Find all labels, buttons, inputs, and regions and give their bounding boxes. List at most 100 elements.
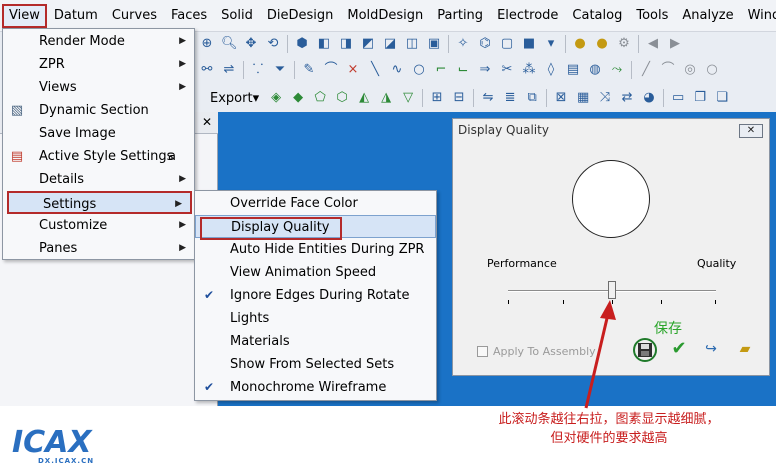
cut-icon[interactable]: ✂ bbox=[499, 62, 515, 78]
open-book-icon[interactable]: ⊟ bbox=[451, 90, 467, 106]
window-tile-icon[interactable]: ❏ bbox=[714, 90, 730, 106]
menu-diedesign[interactable]: DieDesign bbox=[260, 4, 341, 28]
view-top-icon[interactable]: ◨ bbox=[338, 36, 354, 52]
window-multi-icon[interactable]: ❐ bbox=[692, 90, 708, 106]
menu-datum[interactable]: Datum bbox=[47, 4, 105, 28]
offset-icon[interactable]: ⇒ bbox=[477, 62, 493, 78]
view-menu-item-active-style-settings[interactable]: ▤ Active Style Settings a bbox=[3, 145, 194, 168]
view-menu-item-views[interactable]: Views ▶ bbox=[3, 76, 194, 99]
face-blend-icon[interactable]: ⬡ bbox=[334, 90, 350, 106]
line-tool-icon[interactable]: ╱ bbox=[638, 62, 654, 78]
box-solid-icon[interactable]: ■ bbox=[521, 36, 537, 52]
extrude-icon[interactable]: ▤ bbox=[565, 62, 581, 78]
circle-tool-icon[interactable]: ○ bbox=[704, 62, 720, 78]
curve-tool-icon[interactable]: ⌒ bbox=[660, 62, 676, 78]
revolve-icon[interactable]: ◍ bbox=[587, 62, 603, 78]
face-offset-icon[interactable]: ⬠ bbox=[312, 90, 328, 106]
view-menu-item-panes[interactable]: Panes ▶ bbox=[3, 237, 194, 260]
curve-icon[interactable]: ⌒ bbox=[323, 62, 339, 78]
box-icon[interactable]: ▢ bbox=[499, 36, 515, 52]
layers-icon[interactable]: ⧉ bbox=[524, 90, 540, 106]
line-icon[interactable]: ╲ bbox=[367, 62, 383, 78]
close-icon[interactable]: ✕ bbox=[200, 115, 214, 129]
settings-item-lights[interactable]: Lights bbox=[195, 307, 436, 330]
view-front-icon[interactable]: ◧ bbox=[316, 36, 332, 52]
grid-icon[interactable]: ▦ bbox=[575, 90, 591, 106]
sketch-icon[interactable]: ✎ bbox=[301, 62, 317, 78]
rotate-icon[interactable]: ⟲ bbox=[265, 36, 281, 52]
apply-button[interactable]: ↪ bbox=[699, 338, 723, 362]
arrow-left-icon[interactable]: ◀ bbox=[645, 36, 661, 52]
color-icon[interactable]: ◕ bbox=[641, 90, 657, 106]
funnel-icon[interactable]: ⏷ bbox=[272, 62, 288, 78]
mark-icon[interactable]: × bbox=[345, 62, 361, 78]
settings-item-display-quality[interactable]: Display Quality bbox=[195, 215, 436, 240]
circle-icon[interactable]: ○ bbox=[411, 62, 427, 78]
settings-item-materials[interactable]: Materials bbox=[195, 330, 436, 353]
settings-item-view-animation-speed[interactable]: View Animation Speed bbox=[195, 261, 436, 284]
settings-item-auto-hide-entities[interactable]: Auto Hide Entities During ZPR bbox=[195, 238, 436, 261]
face-extend-icon[interactable]: ◮ bbox=[378, 90, 394, 106]
move-icon[interactable]: ⇄ bbox=[619, 90, 635, 106]
menu-tools[interactable]: Tools bbox=[629, 4, 675, 28]
trim-icon[interactable]: ⚯ bbox=[199, 62, 215, 78]
zoom-icon[interactable]: 🔍︎ bbox=[221, 36, 238, 52]
view-menu-item-save-image[interactable]: Save Image bbox=[3, 122, 194, 145]
menu-parting[interactable]: Parting bbox=[430, 4, 490, 28]
pattern-icon[interactable]: ⁂ bbox=[521, 62, 537, 78]
fillet-icon[interactable]: ⌐ bbox=[433, 62, 449, 78]
menu-curves[interactable]: Curves bbox=[105, 4, 164, 28]
transform-icon[interactable]: ⤨ bbox=[597, 90, 613, 106]
menu-catalog[interactable]: Catalog bbox=[565, 4, 629, 28]
export-button[interactable]: Export▾ bbox=[210, 91, 259, 106]
help-button[interactable]: ▰ bbox=[733, 338, 757, 362]
window-icon[interactable]: ▭ bbox=[670, 90, 686, 106]
menu-molddesign[interactable]: MoldDesign bbox=[340, 4, 430, 28]
menu-electrode[interactable]: Electrode bbox=[490, 4, 565, 28]
zoom-window-icon[interactable]: ⊕ bbox=[199, 36, 215, 52]
chamfer-icon[interactable]: ⌙ bbox=[455, 62, 471, 78]
camera-icon[interactable]: ⌬ bbox=[477, 36, 493, 52]
view-bottom-icon[interactable]: ◫ bbox=[404, 36, 420, 52]
settings-item-override-face-color[interactable]: Override Face Color bbox=[195, 192, 436, 215]
pan-icon[interactable]: ✥ bbox=[243, 36, 259, 52]
box-dropdown-icon[interactable]: ▾ bbox=[543, 36, 559, 52]
shell-icon[interactable]: ⊞ bbox=[429, 90, 445, 106]
settings-icon[interactable]: ⚙ bbox=[616, 36, 632, 52]
menu-analyze[interactable]: Analyze bbox=[675, 4, 740, 28]
view-menu-item-details[interactable]: Details ▶ bbox=[3, 168, 194, 191]
target-icon[interactable]: ◎ bbox=[682, 62, 698, 78]
apply-to-assembly-checkbox[interactable] bbox=[477, 346, 488, 357]
close-icon[interactable]: ✕ bbox=[739, 124, 763, 138]
settings-item-ignore-edges[interactable]: ✔ Ignore Edges During Rotate bbox=[195, 284, 436, 307]
view-iso-icon[interactable]: ⬢ bbox=[294, 36, 310, 52]
view-menu-item-customize[interactable]: Customize ▶ bbox=[3, 214, 194, 237]
view-menu-item-settings[interactable]: Settings ▶ bbox=[7, 191, 192, 214]
light-bulb-off-icon[interactable]: ● bbox=[572, 36, 588, 52]
grid-select-icon[interactable]: ⊠ bbox=[553, 90, 569, 106]
view-menu-item-render-mode[interactable]: Render Mode ▶ bbox=[3, 30, 194, 53]
sweep-icon[interactable]: ⤳ bbox=[609, 62, 625, 78]
menu-faces[interactable]: Faces bbox=[164, 4, 214, 28]
stack-icon[interactable]: ≣ bbox=[502, 90, 518, 106]
mirror-icon[interactable]: ⇋ bbox=[480, 90, 496, 106]
surface-icon[interactable]: ◊ bbox=[543, 62, 559, 78]
view-menu-item-zpr[interactable]: ZPR ▶ bbox=[3, 53, 194, 76]
save-button[interactable] bbox=[633, 338, 657, 362]
spline-icon[interactable]: ∿ bbox=[389, 62, 405, 78]
face-tool-icon[interactable]: ◈ bbox=[268, 90, 284, 106]
ok-button[interactable]: ✔ bbox=[667, 338, 691, 362]
face-draft-icon[interactable]: ▽ bbox=[400, 90, 416, 106]
settings-item-show-from-selected-sets[interactable]: Show From Selected Sets bbox=[195, 353, 436, 376]
view-left-icon[interactable]: ▣ bbox=[426, 36, 442, 52]
face-trim-icon[interactable]: ◭ bbox=[356, 90, 372, 106]
align-icon[interactable]: ⇌ bbox=[221, 62, 237, 78]
face-split-icon[interactable]: ◆ bbox=[290, 90, 306, 106]
render-icon[interactable]: ✧ bbox=[455, 36, 471, 52]
arrow-right-icon[interactable]: ▶ bbox=[667, 36, 683, 52]
view-back-icon[interactable]: ◪ bbox=[382, 36, 398, 52]
settings-item-monochrome-wireframe[interactable]: ✔ Monochrome Wireframe bbox=[195, 376, 436, 399]
point-icon[interactable]: ⸪ bbox=[250, 62, 266, 78]
menu-solid[interactable]: Solid bbox=[214, 4, 260, 28]
light-bulb-icon[interactable]: ● bbox=[594, 36, 610, 52]
